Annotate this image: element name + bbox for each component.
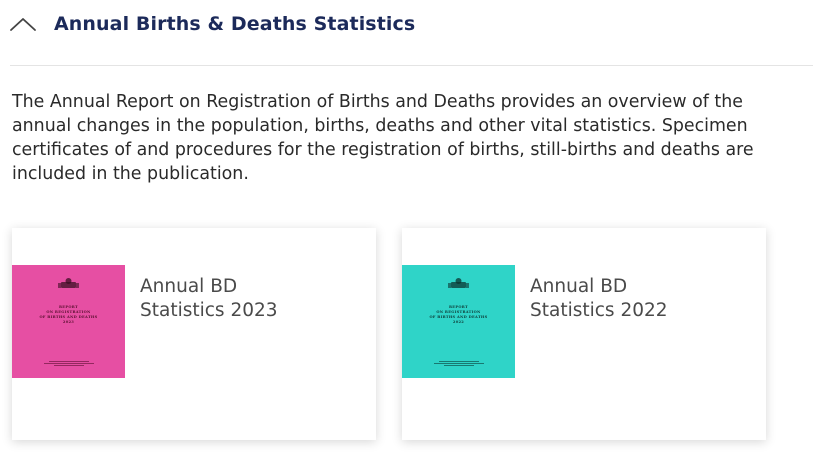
- cover-footer: [42, 360, 95, 367]
- coat-of-arms-icon: [448, 278, 469, 288]
- publication-title-line: Annual BD: [530, 276, 628, 297]
- publication-card-2023[interactable]: REPORT ON REGISTRATION OF BIRTHS AND DEA…: [12, 228, 376, 440]
- coat-of-arms-icon: [58, 278, 79, 288]
- section-description: The Annual Report on Registration of Bir…: [12, 92, 754, 184]
- accordion-header[interactable]: Annual Births & Deaths Statistics: [0, 0, 813, 52]
- cover-title: REPORT ON REGISTRATION OF BIRTHS AND DEA…: [410, 305, 507, 325]
- section-title: Annual Births & Deaths Statistics: [54, 13, 416, 35]
- publication-title-line: Statistics 2023: [140, 300, 278, 321]
- chevron-up-icon[interactable]: [9, 15, 37, 33]
- publication-title[interactable]: Annual BD Statistics 2023: [140, 275, 340, 323]
- publication-title-line: Annual BD: [140, 276, 238, 297]
- cover-title: REPORT ON REGISTRATION OF BIRTHS AND DEA…: [20, 305, 117, 325]
- publication-title-line: Statistics 2022: [530, 300, 668, 321]
- publication-card-2022[interactable]: REPORT ON REGISTRATION OF BIRTHS AND DEA…: [402, 228, 766, 440]
- report-cover-2023[interactable]: REPORT ON REGISTRATION OF BIRTHS AND DEA…: [12, 265, 125, 378]
- cover-year: 2022: [452, 320, 465, 324]
- divider: [10, 65, 813, 66]
- publication-title[interactable]: Annual BD Statistics 2022: [530, 275, 730, 323]
- report-cover-2022[interactable]: REPORT ON REGISTRATION OF BIRTHS AND DEA…: [402, 265, 515, 378]
- page: Annual Births & Deaths Statistics The An…: [0, 0, 813, 453]
- cover-year: 2023: [62, 320, 75, 324]
- cover-footer: [432, 360, 485, 367]
